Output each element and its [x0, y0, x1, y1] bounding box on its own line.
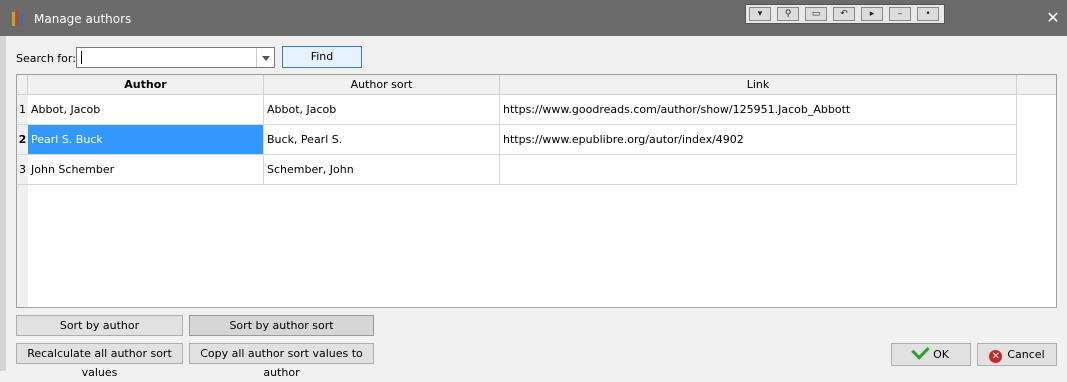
cancel-icon: ✕ [989, 350, 1003, 363]
recalculate-button[interactable]: Recalculate all author sort values [16, 343, 183, 379]
authors-table[interactable]: Author Author sort Link 1 Abbot, Jacob A… [16, 74, 1057, 308]
find-button[interactable]: Find [282, 46, 362, 68]
sort-by-author-sort-button[interactable]: Sort by author sort [189, 315, 374, 336]
row-number: 2 [17, 125, 28, 155]
window-title: Manage authors [34, 12, 132, 26]
search-label: Search for: [16, 52, 76, 65]
cell-author-sort[interactable]: Schember, John [264, 155, 500, 185]
row-number: 1 [17, 95, 28, 125]
corner-header [17, 75, 28, 95]
cancel-button[interactable]: ✕ Cancel [977, 343, 1057, 366]
dot-icon[interactable]: • [917, 7, 939, 21]
cell-author-sort[interactable]: Abbot, Jacob [264, 95, 500, 125]
cell-author[interactable]: John Schember [28, 155, 264, 185]
column-header-author[interactable]: Author [28, 75, 264, 95]
cell-author-sort[interactable]: Buck, Pearl S. [264, 125, 500, 155]
undo-icon[interactable]: ↶ [833, 7, 855, 21]
sort-by-author-button[interactable]: Sort by author [16, 315, 183, 336]
record-icon[interactable]: ▸ [861, 7, 883, 21]
column-header-link[interactable]: Link [500, 75, 1017, 95]
cell-author-selected[interactable]: Pearl S. Buck [28, 125, 264, 155]
row-number: 3 [17, 155, 28, 185]
hide-icon[interactable]: ▾ [749, 7, 771, 21]
table-row[interactable]: 1 Abbot, Jacob Abbot, Jacob https://www.… [17, 95, 1017, 125]
books-app-icon [12, 10, 26, 26]
column-header-author-sort[interactable]: Author sort [264, 75, 500, 95]
search-input[interactable] [76, 47, 275, 68]
checkmark-icon [911, 341, 930, 360]
cell-link[interactable]: https://www.epublibre.org/autor/index/49… [500, 125, 1017, 155]
ok-label: OK [933, 348, 949, 361]
chevron-down-icon[interactable] [256, 48, 274, 67]
ok-button[interactable]: OK [891, 341, 971, 366]
window-icon[interactable]: ▭ [805, 7, 827, 21]
table-row[interactable]: 3 John Schember Schember, John [17, 155, 1017, 185]
pin-icon[interactable]: ⚲ [777, 7, 799, 21]
cell-link[interactable] [500, 155, 1017, 185]
cell-author[interactable]: Abbot, Jacob [28, 95, 264, 125]
cell-link[interactable]: https://www.goodreads.com/author/show/12… [500, 95, 1017, 125]
text-caret [81, 51, 82, 64]
close-icon[interactable]: ✕ [1044, 9, 1062, 27]
floating-toolbar: ▾ ⚲ ▭ ↶ ▸ – • [745, 4, 945, 24]
table-row[interactable]: 2 Pearl S. Buck Buck, Pearl S. https://w… [17, 125, 1017, 155]
background-strip [0, 36, 6, 371]
minimize-icon[interactable]: – [889, 7, 911, 21]
copy-all-button[interactable]: Copy all author sort values to author [189, 343, 374, 379]
cancel-label: Cancel [1007, 348, 1045, 361]
header-filler [1017, 75, 1056, 95]
